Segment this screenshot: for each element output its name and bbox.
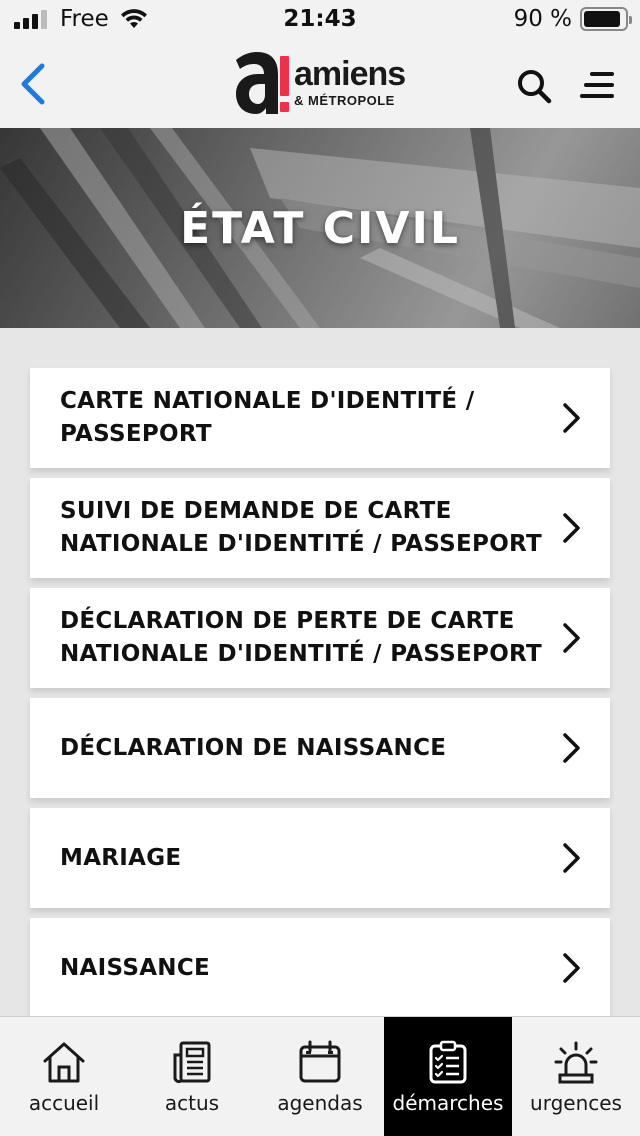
status-right: 90 %	[513, 6, 632, 32]
list-item[interactable]: DÉCLARATION DE NAISSANCE	[30, 698, 610, 798]
list-item[interactable]: SUIVI DE DEMANDE DE CARTE NATIONALE D'ID…	[30, 478, 610, 578]
tab-label: démarches	[392, 1091, 504, 1115]
amiens-logo[interactable]: amiens & MÉTROPOLE	[234, 48, 406, 116]
tab-label: accueil	[28, 1091, 100, 1115]
home-icon	[43, 1042, 85, 1083]
news-icon	[173, 1041, 211, 1084]
chevron-left-icon	[21, 63, 45, 105]
chevron-right-icon	[563, 623, 580, 653]
bottom-tab-bar: accueil actus agendas démarches urgences	[0, 1016, 640, 1136]
list-item-label: NAISSANCE	[60, 954, 211, 981]
list-item-label: DÉCLARATION DE PERTE DE CARTE NATIONALE …	[60, 608, 543, 667]
tab-label: actus	[164, 1091, 220, 1115]
list-item-label: CARTE NATIONALE D'IDENTITÉ / PASSEPORT	[60, 388, 475, 447]
search-button[interactable]	[514, 66, 554, 106]
chevron-right-icon	[563, 513, 580, 543]
status-bar: Free 21:43 90 %	[0, 0, 640, 40]
app-header: amiens & MÉTROPOLE	[0, 40, 640, 128]
hero-banner: ÉTAT CIVIL	[0, 128, 640, 328]
tab-actus[interactable]: actus	[128, 1017, 256, 1136]
chevron-right-icon	[563, 403, 580, 433]
search-icon	[518, 70, 552, 104]
procedure-list: CARTE NATIONALE D'IDENTITÉ / PASSEPORT S…	[30, 368, 610, 1028]
list-item[interactable]: CARTE NATIONALE D'IDENTITÉ / PASSEPORT	[30, 368, 610, 468]
tab-agendas[interactable]: agendas	[256, 1017, 384, 1136]
menu-button[interactable]	[578, 70, 618, 102]
logo-name: amiens	[294, 54, 406, 93]
tab-urgences[interactable]: urgences	[512, 1017, 640, 1136]
logo-subtitle: & MÉTROPOLE	[294, 92, 395, 108]
battery-icon	[580, 7, 632, 31]
chevron-right-icon	[563, 953, 580, 983]
logo-mark	[234, 48, 290, 116]
chevron-right-icon	[563, 843, 580, 873]
clipboard-checklist-icon	[429, 1040, 467, 1084]
calendar-icon	[299, 1040, 341, 1083]
chevron-right-icon	[563, 733, 580, 763]
list-item[interactable]: MARIAGE	[30, 808, 610, 908]
logo-text: amiens & MÉTROPOLE	[294, 54, 406, 108]
list-item[interactable]: DÉCLARATION DE PERTE DE CARTE NATIONALE …	[30, 588, 610, 688]
back-button[interactable]	[14, 60, 54, 108]
tab-demarches[interactable]: démarches	[384, 1017, 512, 1136]
page-title: ÉTAT CIVIL	[180, 202, 460, 254]
list-item[interactable]: NAISSANCE	[30, 918, 610, 1018]
alarm-siren-icon	[554, 1041, 598, 1084]
tab-label: agendas	[277, 1091, 363, 1115]
list-item-label: MARIAGE	[60, 844, 182, 871]
tab-label: urgences	[530, 1091, 622, 1115]
hamburger-menu-icon	[580, 72, 614, 98]
list-item-label: SUIVI DE DEMANDE DE CARTE NATIONALE D'ID…	[60, 498, 543, 557]
list-item-label: DÉCLARATION DE NAISSANCE	[60, 734, 447, 761]
battery-percentage: 90 %	[513, 6, 572, 32]
tab-accueil[interactable]: accueil	[0, 1017, 128, 1136]
